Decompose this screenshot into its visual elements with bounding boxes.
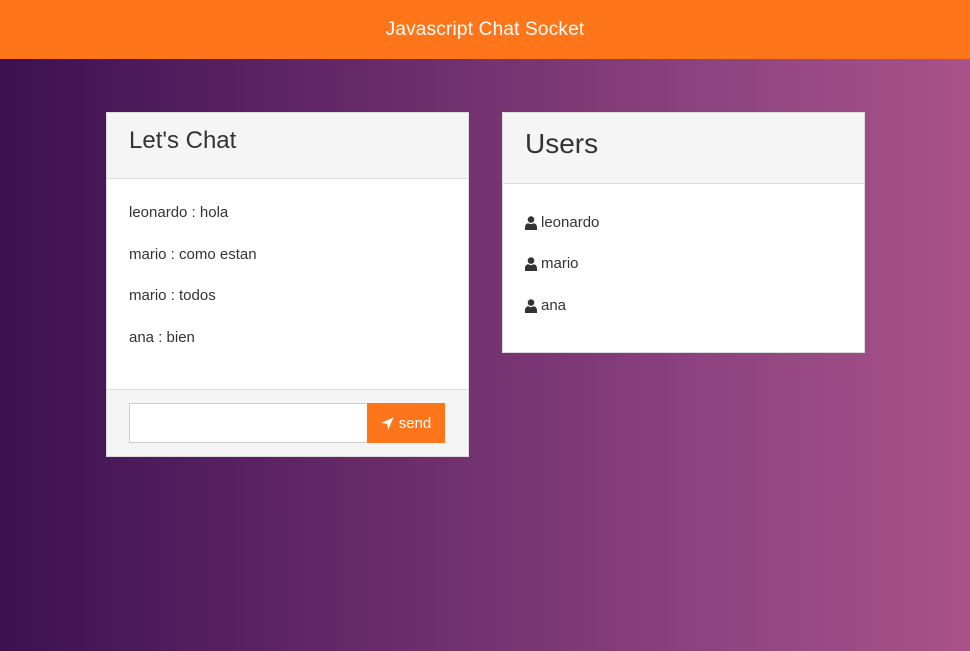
app-header: Javascript Chat Socket — [0, 0, 970, 59]
user-name: ana — [541, 296, 567, 314]
user-name: leonardo — [541, 213, 600, 231]
chat-message: mario : todos — [129, 287, 216, 304]
user-icon — [525, 216, 537, 230]
users-panel: Users leonardo mario ana — [502, 112, 865, 353]
chat-panel: Let's Chat leonardo : hola mario : como … — [106, 112, 469, 457]
user-icon — [525, 299, 537, 313]
users-list: leonardo mario ana — [503, 184, 864, 327]
chat-message: mario : como estan — [129, 245, 257, 263]
chat-message: leonardo : hola — [129, 204, 229, 221]
user-list-item: ana — [525, 285, 842, 327]
message-input[interactable] — [129, 403, 368, 443]
app-title: Javascript Chat Socket — [385, 18, 585, 40]
user-list-item: leonardo — [525, 202, 842, 244]
chat-panel-title: Let's Chat — [107, 113, 468, 179]
send-button[interactable]: send — [367, 403, 445, 443]
location-arrow-icon — [381, 416, 394, 430]
chat-message: ana : bien — [129, 328, 195, 346]
user-name: mario — [541, 255, 579, 273]
chat-input-bar: send — [107, 389, 468, 456]
users-panel-title: Users — [503, 113, 864, 184]
user-icon — [525, 257, 537, 272]
chat-messages: leonardo : hola mario : como estan mario… — [107, 179, 468, 390]
user-list-item: mario — [525, 244, 842, 286]
send-button-label: send — [398, 414, 432, 432]
